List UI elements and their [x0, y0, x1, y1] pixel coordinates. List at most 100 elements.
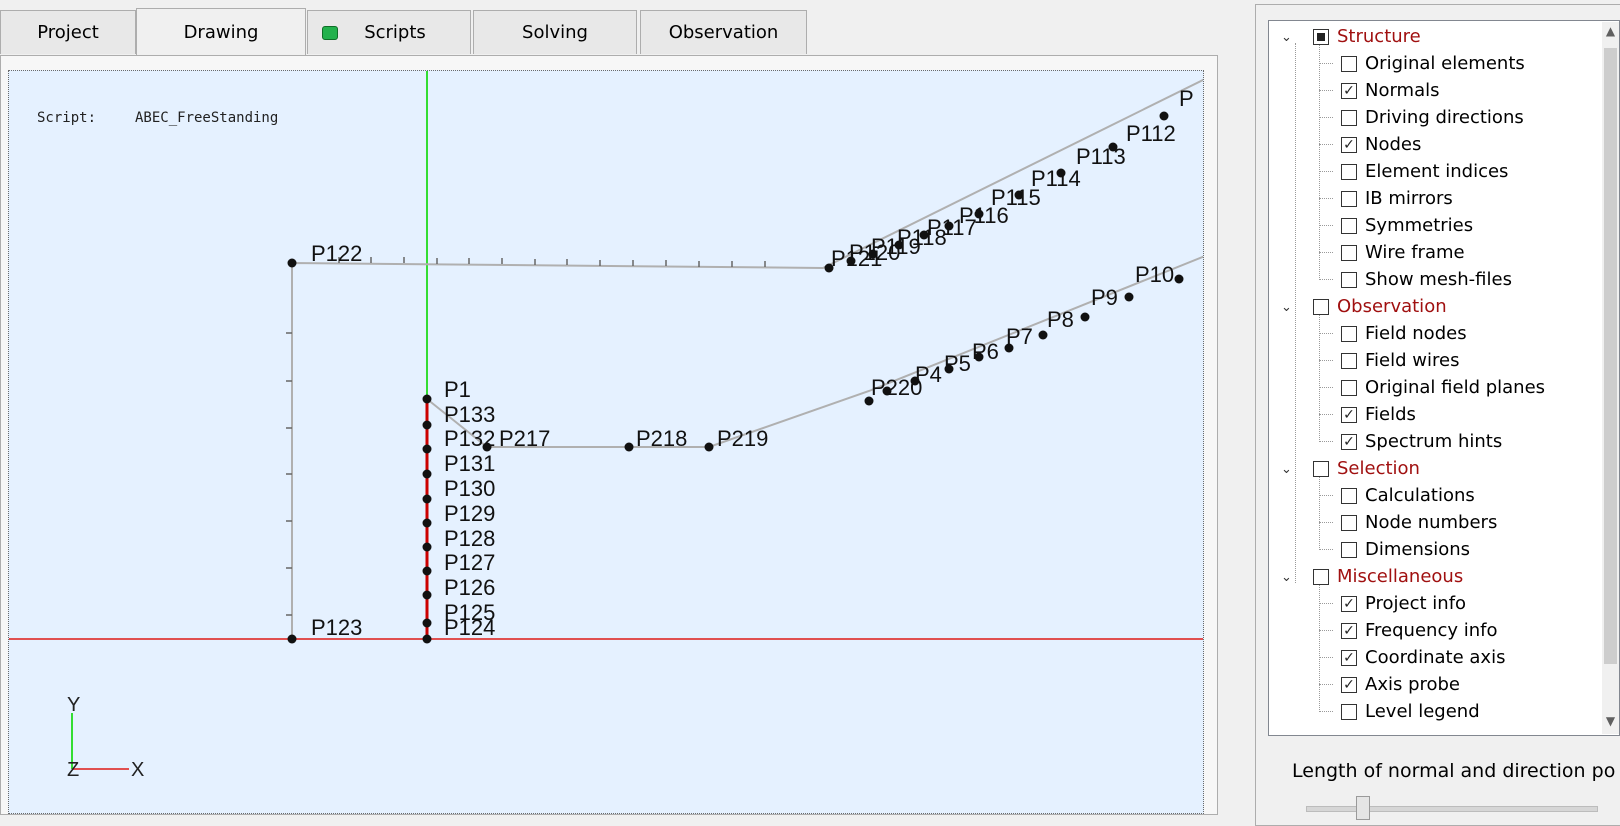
- tree-item[interactable]: Symmetries: [1341, 212, 1473, 239]
- checkbox[interactable]: [1313, 298, 1329, 315]
- tree-connector: [1319, 711, 1333, 712]
- tree-item[interactable]: Element indices: [1341, 158, 1508, 185]
- node-marker: [422, 618, 432, 628]
- tree-connector: [1319, 333, 1333, 334]
- tab-drawing[interactable]: Drawing: [136, 8, 306, 56]
- tree-item[interactable]: Field nodes: [1341, 320, 1467, 347]
- checkbox[interactable]: ✓: [1341, 406, 1357, 423]
- tree-category[interactable]: ⌄ Observation: [1281, 293, 1447, 320]
- tree-item[interactable]: Calculations: [1341, 482, 1475, 509]
- node-markers: [287, 111, 1184, 644]
- label-p123: P123: [311, 615, 362, 640]
- tree-item-label: Dimensions: [1365, 539, 1471, 560]
- tab-solving[interactable]: Solving: [473, 10, 637, 54]
- label-p124: P124: [444, 615, 495, 640]
- tree-category[interactable]: ⌄ Miscellaneous: [1281, 563, 1463, 590]
- tree-item[interactable]: ✓ Normals: [1341, 77, 1440, 104]
- checkbox[interactable]: [1313, 460, 1329, 477]
- tree-item[interactable]: Field wires: [1341, 347, 1459, 374]
- checkbox[interactable]: [1341, 352, 1357, 369]
- tree-connector: [1319, 414, 1333, 415]
- checkbox[interactable]: [1341, 703, 1357, 720]
- tree-item[interactable]: Wire frame: [1341, 239, 1465, 266]
- tree-connector: [1319, 225, 1333, 226]
- drawing-canvas[interactable]: Script: ABEC_FreeStanding P1 P133 P132 P…: [8, 70, 1204, 814]
- tree-item-label: Driving directions: [1365, 107, 1524, 128]
- scroll-down-icon[interactable]: ▼: [1602, 714, 1619, 732]
- tree-item-label: Observation: [1337, 296, 1447, 317]
- node-marker: [422, 566, 432, 576]
- tree-item[interactable]: ✓ Coordinate axis: [1341, 644, 1505, 671]
- tree-item-label: Project info: [1365, 593, 1467, 614]
- tree-item[interactable]: ✓ Fields: [1341, 401, 1416, 428]
- tree-item[interactable]: ✓ Project info: [1341, 590, 1466, 617]
- checkbox[interactable]: [1341, 244, 1357, 261]
- tree-item-label: Symmetries: [1365, 215, 1474, 236]
- tree-item[interactable]: Show mesh-files: [1341, 266, 1512, 293]
- tree-connector: [1319, 171, 1333, 172]
- tab-scripts[interactable]: Scripts: [307, 10, 471, 54]
- label-p6: P6: [972, 339, 999, 364]
- chevron-down-icon[interactable]: ⌄: [1281, 462, 1295, 477]
- checkbox[interactable]: [1341, 109, 1357, 126]
- tree-category[interactable]: ⌄ Selection: [1281, 455, 1420, 482]
- tree-connector: [1319, 684, 1333, 685]
- tree-connector: [1319, 45, 1320, 280]
- label-p219: P219: [717, 426, 768, 451]
- tree-item-label: Frequency info: [1365, 620, 1498, 641]
- checkbox[interactable]: ✓: [1341, 622, 1357, 639]
- tree-connector: [1319, 63, 1333, 64]
- normal-length-slider-thumb[interactable]: [1356, 796, 1370, 820]
- tree-item[interactable]: Original field planes: [1341, 374, 1545, 401]
- checkbox[interactable]: [1341, 271, 1357, 288]
- tree-item-label: Field nodes: [1365, 323, 1467, 344]
- checkbox[interactable]: [1341, 379, 1357, 396]
- chevron-down-icon[interactable]: ⌄: [1281, 30, 1295, 45]
- checkbox[interactable]: [1313, 28, 1329, 45]
- node-marker: [422, 420, 432, 430]
- tree-connector: [1319, 144, 1333, 145]
- checkbox[interactable]: ✓: [1341, 649, 1357, 666]
- checkbox[interactable]: [1341, 163, 1357, 180]
- normal-length-slider-track[interactable]: [1306, 806, 1598, 812]
- scroll-thumb[interactable]: [1604, 48, 1617, 664]
- scroll-up-icon[interactable]: ▲: [1602, 24, 1619, 42]
- checkbox[interactable]: [1341, 217, 1357, 234]
- checkbox[interactable]: [1341, 325, 1357, 342]
- tree-connector: [1319, 387, 1333, 388]
- checkbox[interactable]: [1341, 514, 1357, 531]
- tab-observation[interactable]: Observation: [640, 10, 807, 54]
- tree-category[interactable]: ⌄ Structure: [1281, 23, 1421, 50]
- tree-item[interactable]: Driving directions: [1341, 104, 1524, 131]
- chevron-down-icon[interactable]: ⌄: [1281, 570, 1295, 585]
- chevron-down-icon[interactable]: ⌄: [1281, 300, 1295, 315]
- tree-scrollbar[interactable]: ▲ ▼: [1602, 22, 1619, 734]
- checkbox[interactable]: ✓: [1341, 136, 1357, 153]
- checkbox[interactable]: ✓: [1341, 433, 1357, 450]
- tree-item[interactable]: ✓ Spectrum hints: [1341, 428, 1502, 455]
- tree-item[interactable]: IB mirrors: [1341, 185, 1453, 212]
- checkbox[interactable]: [1341, 487, 1357, 504]
- checkbox[interactable]: [1341, 541, 1357, 558]
- tree-item[interactable]: Original elements: [1341, 50, 1525, 77]
- node-marker: [1159, 111, 1169, 121]
- checkbox[interactable]: ✓: [1341, 676, 1357, 693]
- checkbox[interactable]: [1341, 55, 1357, 72]
- tree-item[interactable]: ✓ Frequency info: [1341, 617, 1497, 644]
- node-marker: [422, 394, 432, 404]
- tab-project[interactable]: Project: [0, 10, 136, 54]
- axis-x-label: X: [131, 759, 144, 781]
- label-p131: P131: [444, 451, 495, 476]
- tree-item[interactable]: Dimensions: [1341, 536, 1470, 563]
- checkbox[interactable]: ✓: [1341, 82, 1357, 99]
- tree-item[interactable]: ✓ Axis probe: [1341, 671, 1460, 698]
- tree-item[interactable]: Level legend: [1341, 698, 1480, 725]
- checkbox[interactable]: [1313, 568, 1329, 585]
- tree-item-label: Calculations: [1365, 485, 1475, 506]
- checkbox[interactable]: [1341, 190, 1357, 207]
- tree-item[interactable]: Node numbers: [1341, 509, 1497, 536]
- tree-item[interactable]: ✓ Nodes: [1341, 131, 1421, 158]
- axis-y-label: Y: [67, 694, 80, 716]
- label-p5: P5: [944, 351, 971, 376]
- checkbox[interactable]: ✓: [1341, 595, 1357, 612]
